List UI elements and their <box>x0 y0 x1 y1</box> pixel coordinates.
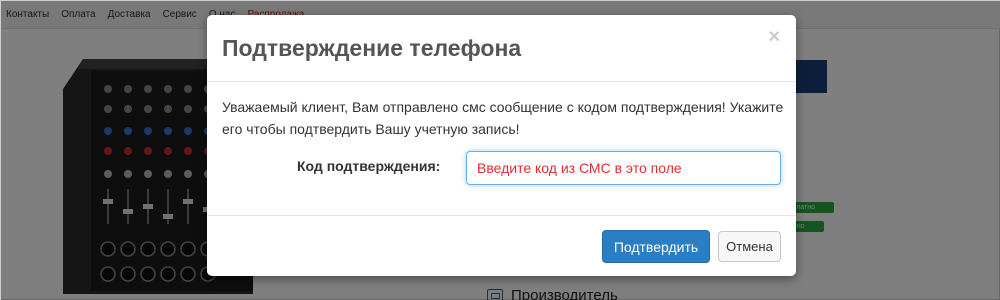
confirm-button[interactable]: Подтвердить <box>602 230 710 263</box>
close-icon[interactable]: × <box>768 27 780 47</box>
modal-body: Уважаемый клиент, Вам отправлено смс соо… <box>207 82 796 215</box>
sms-code-input[interactable]: Введите код из СМС в это поле <box>466 151 781 185</box>
cancel-button[interactable]: Отмена <box>718 231 781 262</box>
modal-title: Подтверждение телефона <box>222 35 522 61</box>
modal-footer: Подтвердить Отмена <box>207 215 796 276</box>
modal-message: Уважаемый клиент, Вам отправлено смс соо… <box>222 99 784 137</box>
phone-confirmation-modal: Подтверждение телефона × Уважаемый клиен… <box>207 15 796 276</box>
modal-header: Подтверждение телефона × <box>207 15 796 82</box>
code-field-label: Код подтверждения: <box>297 158 441 174</box>
